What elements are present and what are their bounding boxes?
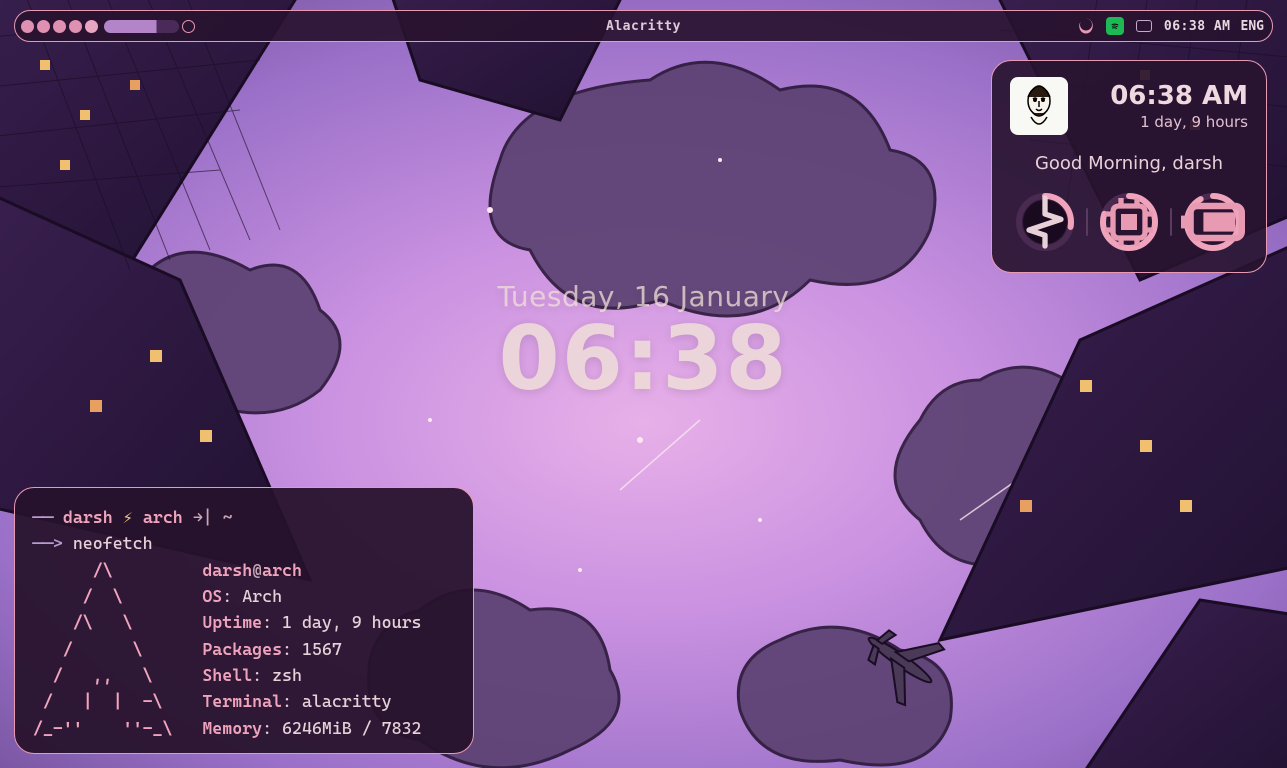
gauge-separator bbox=[1086, 208, 1088, 236]
active-window-title: Alacritty bbox=[606, 19, 681, 34]
command-text: neofetch bbox=[73, 533, 153, 553]
workspace-dot[interactable] bbox=[69, 20, 82, 33]
dashboard-widget: 06:38 AM 1 day, 9 hours Good Morning, da… bbox=[991, 60, 1267, 273]
monitor-icon[interactable] bbox=[1134, 16, 1154, 36]
workspace-dot[interactable] bbox=[53, 20, 66, 33]
prompt-host: arch bbox=[143, 507, 183, 527]
workspace-dot-empty[interactable] bbox=[182, 20, 195, 33]
prompt-path: ~ bbox=[223, 507, 233, 527]
workspace-active-pill[interactable] bbox=[104, 20, 179, 33]
keyboard-layout[interactable]: ENG bbox=[1241, 19, 1264, 34]
gauge-separator bbox=[1170, 208, 1172, 236]
firefox-icon[interactable] bbox=[1076, 16, 1096, 36]
spotify-icon[interactable] bbox=[1106, 17, 1124, 35]
top-bar: Alacritty 06:38 AM ENG bbox=[14, 10, 1273, 42]
battery-icon bbox=[1181, 190, 1245, 254]
workspace-dot[interactable] bbox=[21, 20, 34, 33]
widget-time: 06:38 AM bbox=[1082, 81, 1248, 111]
chip-icon bbox=[1097, 190, 1161, 254]
pulse-icon bbox=[1013, 190, 1077, 254]
desktop-time: 06:38 bbox=[498, 315, 790, 403]
cpu-gauge[interactable] bbox=[1013, 190, 1077, 254]
desktop-clock-widget: Tuesday, 16 January 06:38 bbox=[498, 280, 790, 403]
memory-gauge[interactable] bbox=[1097, 190, 1161, 254]
workspace-dot[interactable] bbox=[37, 20, 50, 33]
lightning-icon: ⚡ bbox=[123, 507, 133, 527]
topbar-clock[interactable]: 06:38 AM bbox=[1164, 19, 1231, 34]
greeting-text: Good Morning, darsh bbox=[1010, 153, 1248, 174]
avatar[interactable] bbox=[1010, 77, 1068, 135]
workspace-indicator[interactable] bbox=[21, 20, 195, 33]
workspace-dot[interactable] bbox=[85, 20, 98, 33]
terminal-window[interactable]: ── darsh ⚡ arch →| ~ ──> neofetch /\ dar… bbox=[14, 487, 474, 754]
widget-uptime: 1 day, 9 hours bbox=[1082, 113, 1248, 131]
prompt-user: darsh bbox=[63, 507, 113, 527]
battery-gauge[interactable] bbox=[1181, 190, 1245, 254]
